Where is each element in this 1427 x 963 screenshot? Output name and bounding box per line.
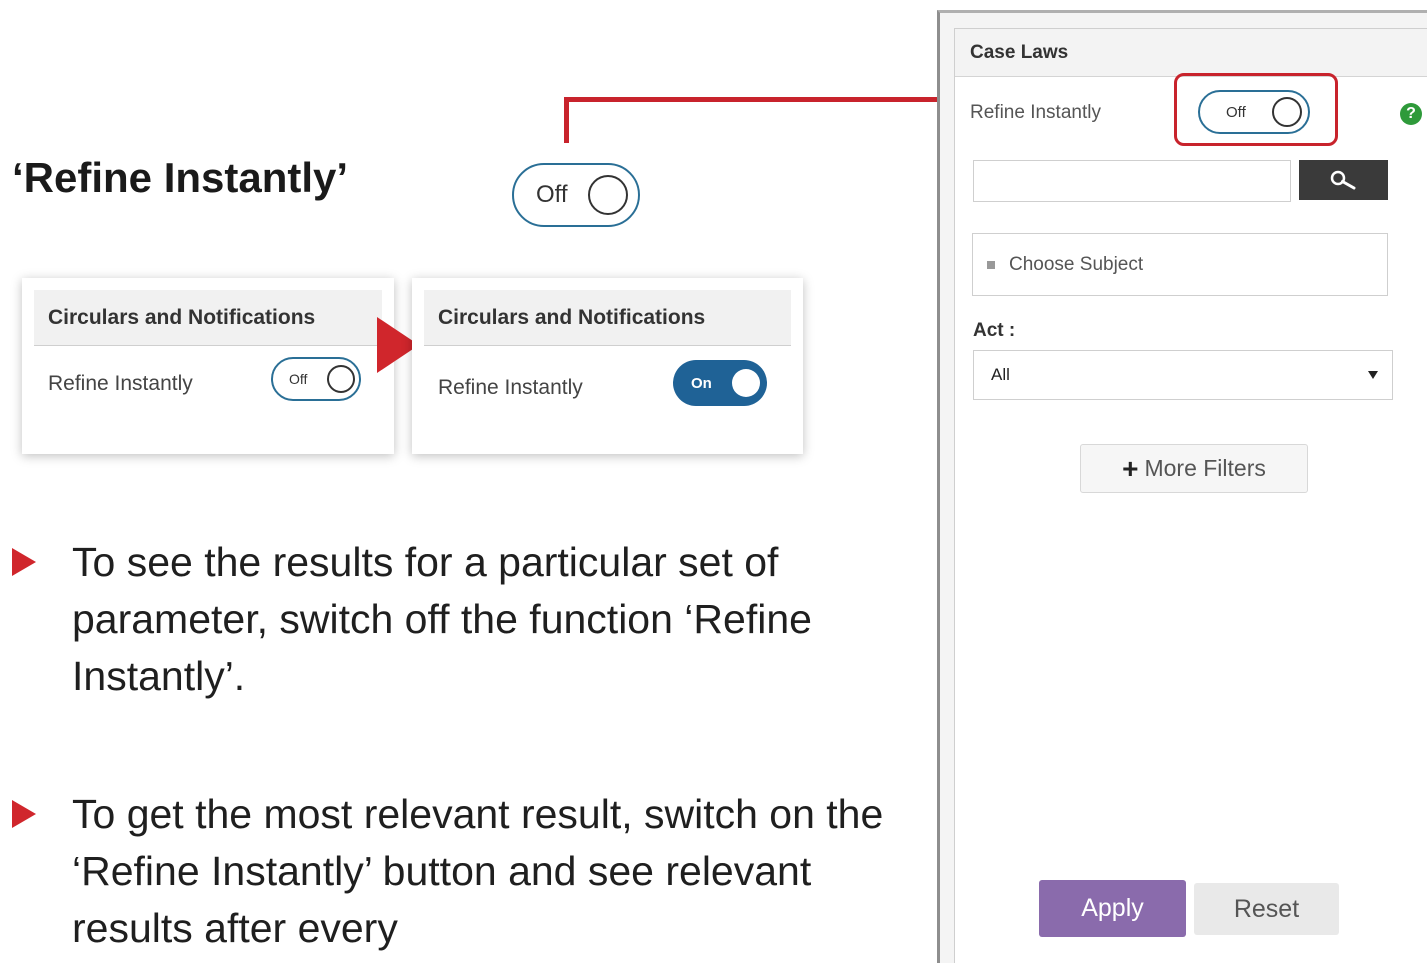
bullet-triangle-icon (12, 800, 36, 828)
connector-line-vertical (564, 97, 569, 143)
toggle-knob (1272, 97, 1302, 127)
toggle-state-label: On (691, 374, 712, 392)
search-input[interactable] (973, 160, 1291, 202)
toggle-knob (588, 175, 628, 215)
choose-subject-field[interactable]: Choose Subject (972, 233, 1388, 296)
dropdown-caret-icon (1368, 371, 1378, 379)
toggle-state-label: Off (536, 181, 568, 208)
bullet-square-icon (987, 260, 995, 269)
act-label: Act : (973, 320, 1016, 341)
reset-button[interactable]: Reset (1194, 883, 1339, 935)
plus-icon: + (1122, 452, 1139, 484)
refine-instantly-label: Refine Instantly (970, 102, 1101, 123)
toggle-knob (327, 365, 355, 393)
panel-header: Circulars and Notifications (34, 290, 382, 346)
more-filters-button[interactable]: + More Filters (1080, 444, 1308, 493)
toggle-state-label: Off (289, 371, 308, 387)
bullet-item: To get the most relevant result, switch … (0, 786, 900, 963)
toggle-state-label: Off (1226, 103, 1246, 121)
page-title: ‘Refine Instantly’ (12, 154, 349, 201)
panel-before: Circulars and Notifications Refine Insta… (22, 278, 394, 454)
panel-header: Circulars and Notifications (424, 290, 791, 346)
refine-instantly-toggle[interactable]: Off (1198, 90, 1310, 134)
bullet-item: To see the results for a particular set … (0, 534, 900, 714)
help-icon[interactable]: ? (1400, 103, 1422, 125)
more-filters-label: More Filters (1144, 455, 1266, 481)
choose-subject-placeholder: Choose Subject (1009, 253, 1144, 275)
apply-button[interactable]: Apply (1039, 880, 1186, 937)
toggle-knob (732, 369, 760, 397)
act-select[interactable]: All (973, 350, 1393, 400)
bullet-text: To get the most relevant result, switch … (72, 791, 884, 951)
refine-instantly-toggle-on[interactable]: On (673, 360, 767, 406)
refine-instantly-label: Refine Instantly (438, 376, 583, 399)
bullet-text: To see the results for a particular set … (72, 539, 812, 699)
search-icon (1330, 170, 1355, 190)
refine-instantly-toggle-large[interactable]: Off (512, 163, 640, 227)
sidebar-header: Case Laws (955, 29, 1427, 77)
panel-after: Circulars and Notifications Refine Insta… (412, 278, 803, 454)
refine-instantly-label: Refine Instantly (48, 372, 193, 395)
act-selected-value: All (991, 365, 1010, 384)
bullet-triangle-icon (12, 548, 36, 576)
search-button[interactable] (1299, 160, 1388, 200)
refine-instantly-toggle-off[interactable]: Off (271, 357, 361, 401)
